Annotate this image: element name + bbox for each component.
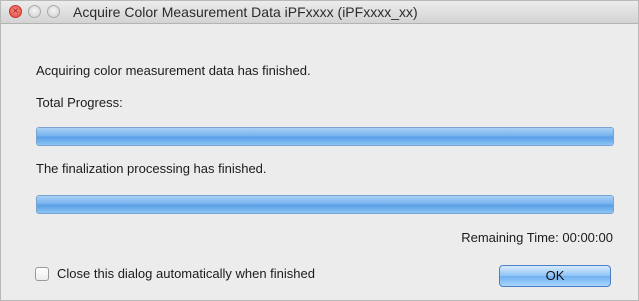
finalization-progress-bar — [36, 195, 614, 214]
total-progress-bar — [36, 127, 614, 146]
ok-button[interactable]: OK — [499, 265, 611, 287]
remaining-time: Remaining Time: 00:00:00 — [461, 230, 613, 245]
zoom-icon[interactable] — [47, 5, 60, 18]
finalization-progress-fill — [37, 196, 613, 213]
minimize-icon[interactable] — [28, 5, 41, 18]
dialog-window: × Acquire Color Measurement Data iPFxxxx… — [0, 0, 639, 301]
total-progress-fill — [37, 128, 613, 145]
close-icon[interactable]: × — [9, 5, 22, 18]
finalization-status-message: The finalization processing has finished… — [36, 161, 267, 176]
total-progress-label: Total Progress: — [36, 95, 123, 110]
auto-close-label[interactable]: Close this dialog automatically when fin… — [57, 266, 315, 281]
close-glyph: × — [12, 6, 19, 17]
auto-close-checkbox[interactable] — [35, 267, 49, 281]
title-bar: × Acquire Color Measurement Data iPFxxxx… — [1, 1, 638, 24]
window-title: Acquire Color Measurement Data iPFxxxx (… — [73, 4, 418, 20]
acquiring-status-message: Acquiring color measurement data has fin… — [36, 63, 311, 78]
